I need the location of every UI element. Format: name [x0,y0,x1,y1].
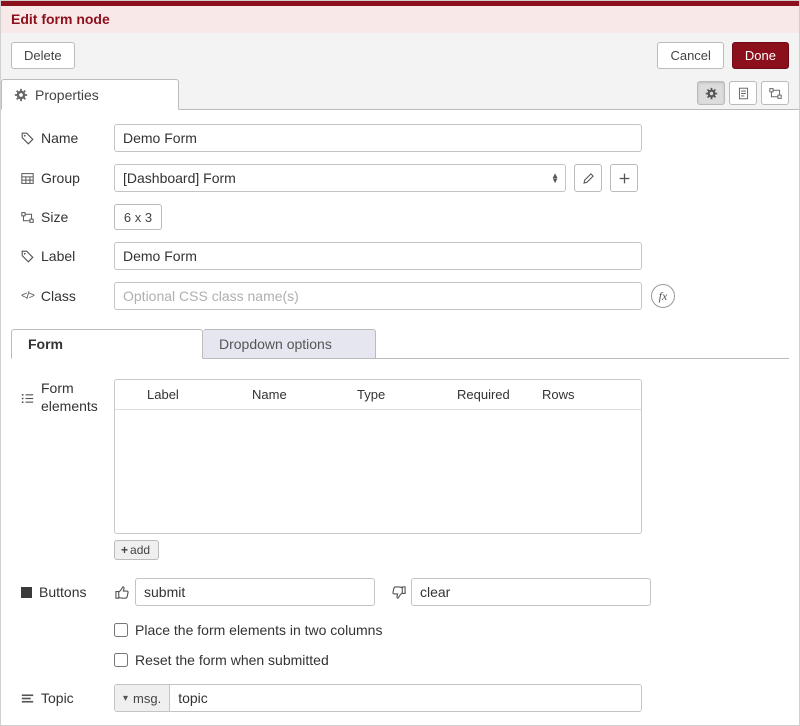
clear-button-label-input[interactable] [411,578,651,606]
square-icon [21,587,32,598]
edit-form-node-dialog: Edit form node Delete Cancel Done Proper… [0,0,800,726]
fx-expand-button[interactable]: fx [651,284,675,308]
column-header: Type [357,387,457,402]
class-label: </> Class [21,288,114,304]
reset-form-option: Reset the form when submitted [114,652,779,668]
list-icon [21,381,34,415]
tag-icon [21,132,34,145]
name-row: Name [21,124,779,152]
caret-down-icon: ▾ [123,693,128,704]
subtab-form[interactable]: Form [11,329,203,359]
reset-form-checkbox[interactable] [114,653,128,667]
appearance-pane-button[interactable] [761,81,789,105]
class-input[interactable] [114,282,642,310]
form-subtabs: Form Dropdown options [11,328,789,359]
column-header: Rows [542,387,602,402]
dialog-toolbar: Delete Cancel Done [1,33,799,78]
select-arrows-icon: ▲▼ [551,173,559,183]
two-columns-label: Place the form elements in two columns [135,622,382,638]
edit-group-button[interactable] [574,164,602,192]
tab-properties[interactable]: Properties [1,79,179,110]
pencil-icon [582,172,595,185]
plus-icon: + [121,543,128,557]
two-columns-option: Place the form elements in two columns [114,622,779,638]
topic-typed-input: ▾ msg. [114,684,642,712]
code-icon: </> [21,290,34,302]
label-input[interactable] [114,242,642,270]
thumbs-up-icon [114,584,130,600]
label-row: Label [21,242,779,270]
class-row: </> Class fx [21,282,779,310]
topic-type-button[interactable]: ▾ msg. [115,685,170,711]
tab-properties-label: Properties [35,87,99,103]
name-input[interactable] [114,124,642,152]
reset-form-label: Reset the form when submitted [135,652,329,668]
doc-icon [737,87,750,100]
tab-right-buttons [697,81,789,109]
size-row: Size 6 x 3 [21,204,779,230]
group-select[interactable]: [Dashboard] Form ▲▼ [114,164,566,192]
add-group-button[interactable] [610,164,638,192]
thumbs-down-icon [390,584,406,600]
table-icon [21,172,34,185]
properties-panel: Name Group [Dashboard] Form ▲▼ [1,110,799,725]
dialog-title: Edit form node [11,11,110,27]
tasks-icon [21,692,34,705]
column-header: Label [147,387,252,402]
topic-type-label: msg. [133,691,161,706]
form-elements-label: Form elements [21,379,114,415]
column-header: Name [252,387,357,402]
column-header: Required [457,387,542,402]
submit-button-label-input[interactable] [135,578,375,606]
two-columns-checkbox[interactable] [114,623,128,637]
subtab-dropdown-options[interactable]: Dropdown options [203,329,376,359]
cancel-button[interactable]: Cancel [657,42,723,69]
topic-row: Topic ▾ msg. [21,684,779,712]
add-element-button[interactable]: +add [114,540,159,560]
object-group-icon [21,211,34,224]
form-elements-row: Form elements Label Name Type Required R… [21,379,779,534]
form-elements-header: Label Name Type Required Rows [115,380,641,410]
form-elements-list: Label Name Type Required Rows [114,379,642,534]
tab-bar: Properties [1,78,799,110]
label-label: Label [21,248,114,264]
gear-icon [14,88,28,102]
buttons-label: Buttons [21,584,114,600]
topic-input[interactable] [170,685,641,711]
topic-label: Topic [21,690,114,706]
size-label: Size [21,209,114,225]
size-button[interactable]: 6 x 3 [114,204,162,230]
done-button[interactable]: Done [732,42,789,69]
name-label: Name [21,130,114,146]
appearance-icon [769,87,782,100]
delete-button[interactable]: Delete [11,42,75,69]
buttons-row: Buttons [21,578,779,606]
plus-icon [618,172,631,185]
description-pane-button[interactable] [729,81,757,105]
gear-icon [705,87,718,100]
group-row: Group [Dashboard] Form ▲▼ [21,164,779,192]
dialog-header: Edit form node [1,1,799,33]
tag-icon [21,250,34,263]
form-elements-empty-list [115,410,641,533]
properties-pane-button[interactable] [697,81,725,105]
group-label: Group [21,170,114,186]
